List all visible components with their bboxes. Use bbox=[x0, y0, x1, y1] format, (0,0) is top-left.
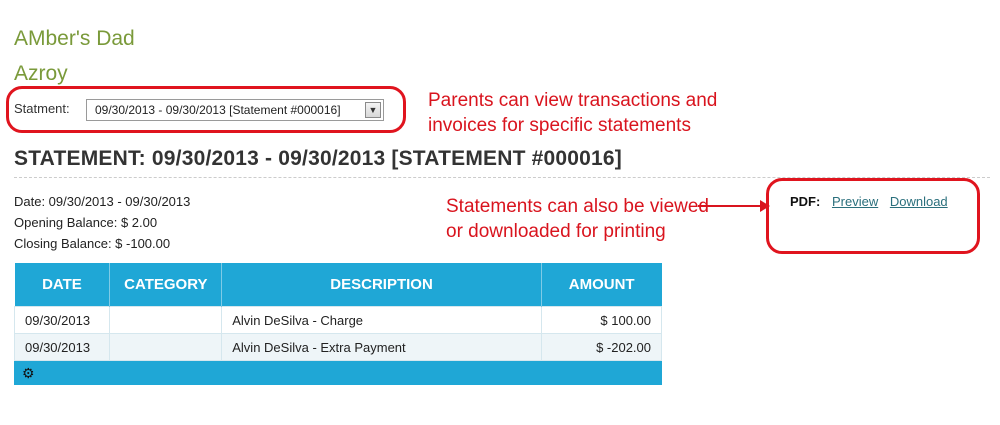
annotation-arrow bbox=[698, 205, 762, 207]
table-footer: ⚙ bbox=[14, 361, 662, 385]
child-name: Azroy bbox=[14, 62, 68, 85]
column-header-date[interactable]: DATE bbox=[14, 263, 111, 307]
table-row: 09/30/2013 Alvin DeSilva - Charge $ 100.… bbox=[13, 306, 663, 334]
closing-balance: Closing Balance: $ -100.00 bbox=[14, 236, 171, 251]
annotation-line: invoices for specific statements bbox=[428, 115, 691, 136]
table-header-row: DATE CATEGORY DESCRIPTION AMOUNT bbox=[14, 263, 662, 307]
pdf-actions: PDF: Preview Download bbox=[790, 194, 956, 209]
cell-category bbox=[109, 333, 223, 361]
annotation-line: Statements can also be viewed bbox=[446, 196, 709, 217]
cell-date: 09/30/2013 bbox=[13, 333, 111, 361]
transactions-table: DATE CATEGORY DESCRIPTION AMOUNT 09/30/2… bbox=[13, 263, 663, 361]
statement-date: Date: 09/30/2013 - 09/30/2013 bbox=[14, 194, 191, 209]
cell-amount: $ -202.00 bbox=[540, 333, 663, 361]
annotation-line: Parents can view transactions and bbox=[428, 90, 718, 111]
cell-date: 09/30/2013 bbox=[13, 306, 111, 334]
annotation-oval-statement bbox=[6, 86, 406, 133]
table-row: 09/30/2013 Alvin DeSilva - Extra Payment… bbox=[13, 333, 663, 361]
column-header-category[interactable]: CATEGORY bbox=[109, 263, 223, 307]
annotation-line: or downloaded for printing bbox=[446, 221, 666, 242]
cell-description: Alvin DeSilva - Extra Payment bbox=[221, 333, 542, 361]
gear-icon[interactable]: ⚙ bbox=[22, 364, 35, 382]
cell-amount: $ 100.00 bbox=[540, 306, 663, 334]
pdf-label: PDF: bbox=[790, 194, 821, 209]
column-header-amount[interactable]: AMOUNT bbox=[541, 263, 662, 307]
page-title: STATEMENT: 09/30/2013 - 09/30/2013 [STAT… bbox=[14, 147, 622, 170]
column-header-description[interactable]: DESCRIPTION bbox=[221, 263, 542, 307]
cell-description: Alvin DeSilva - Charge bbox=[221, 306, 542, 334]
pdf-preview-link[interactable]: Preview bbox=[832, 194, 878, 209]
parent-name: AMber's Dad bbox=[14, 27, 135, 50]
pdf-download-link[interactable]: Download bbox=[890, 194, 948, 209]
annotation-oval-pdf bbox=[766, 178, 980, 254]
opening-balance: Opening Balance: $ 2.00 bbox=[14, 215, 158, 230]
annotation-statement-note: Parents can view transactions and invoic… bbox=[428, 88, 717, 138]
annotation-pdf-note: Statements can also be viewed or downloa… bbox=[446, 194, 709, 244]
cell-category bbox=[109, 306, 223, 334]
